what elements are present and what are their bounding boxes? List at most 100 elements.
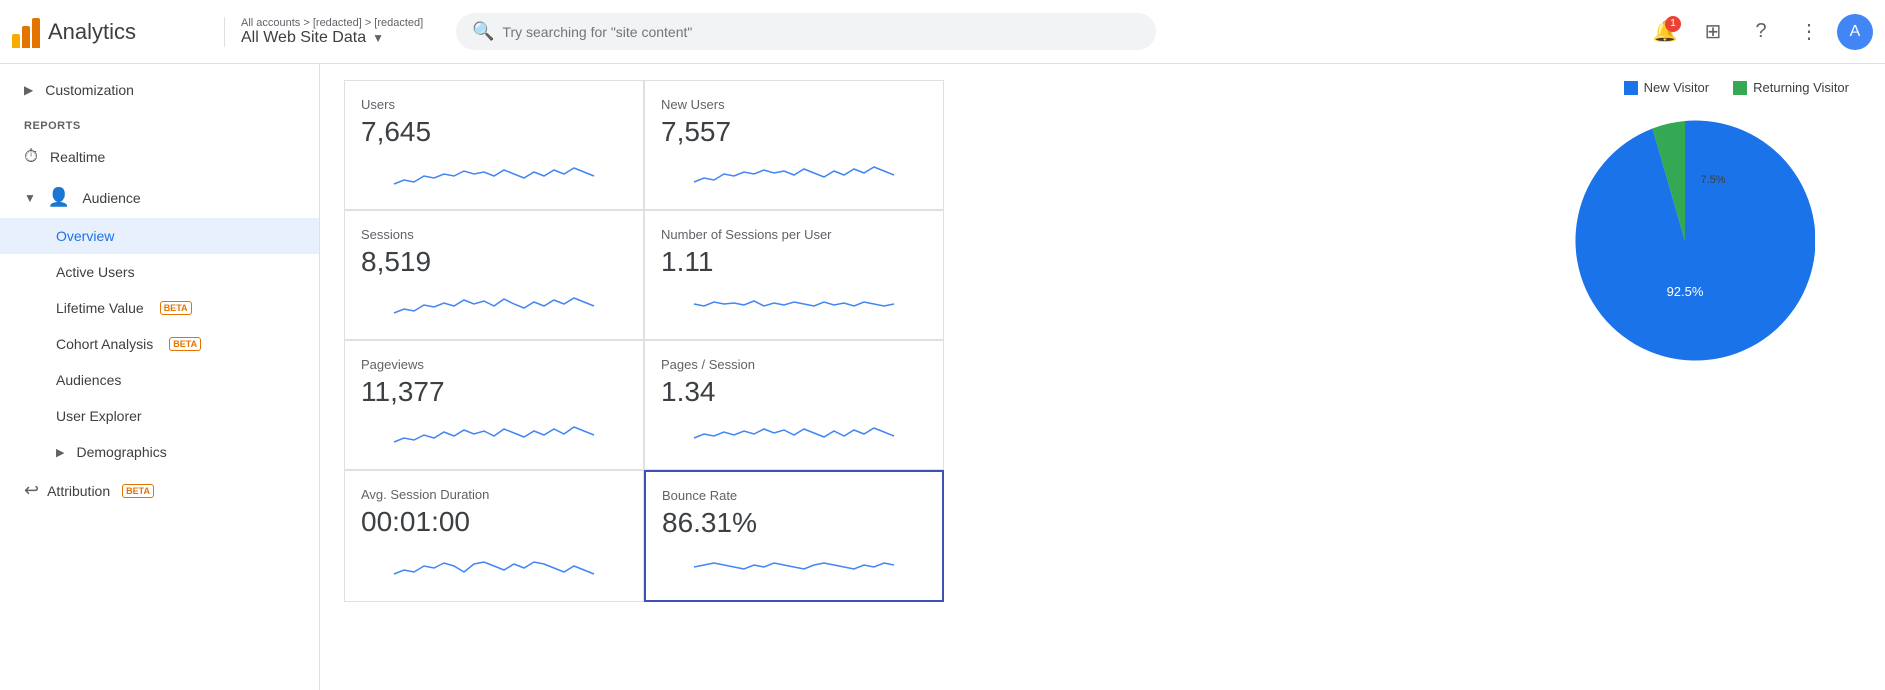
metric-label-users: Users bbox=[361, 97, 627, 112]
metric-label-sessions-per-user: Number of Sessions per User bbox=[661, 227, 927, 242]
search-input[interactable] bbox=[502, 24, 1140, 40]
sidebar-item-audiences[interactable]: Audiences bbox=[0, 362, 319, 398]
help-button[interactable]: ? bbox=[1741, 12, 1781, 52]
sparkline-pages-session bbox=[661, 416, 927, 448]
metric-label-pages-session: Pages / Session bbox=[661, 357, 927, 372]
metric-card-sessions[interactable]: Sessions 8,519 bbox=[344, 210, 644, 340]
metric-value-pages-session: 1.34 bbox=[661, 376, 927, 408]
pie-chart: 92.5% 7.5% bbox=[1555, 111, 1815, 371]
metrics-grid: Users 7,645 New Users 7,557 Sessions 8,5… bbox=[344, 80, 944, 602]
sparkline-new-users bbox=[661, 156, 927, 188]
metric-label-pageviews: Pageviews bbox=[361, 357, 627, 372]
logo-icon bbox=[12, 16, 40, 48]
logo-area: Analytics bbox=[12, 16, 212, 48]
chart-legend: New Visitor Returning Visitor bbox=[1624, 80, 1869, 95]
sidebar-item-audiences-label: Audiences bbox=[56, 372, 121, 388]
attribution-icon: ↩ bbox=[24, 480, 39, 501]
dropdown-arrow-icon: ▼ bbox=[372, 31, 384, 45]
cohort-analysis-beta-badge: BETA bbox=[169, 337, 201, 351]
collapse-icon: ▼ bbox=[24, 191, 36, 205]
reports-section-label: REPORTS bbox=[0, 108, 319, 136]
sidebar-item-lifetime-value-label: Lifetime Value bbox=[56, 300, 144, 316]
logo-bar-1 bbox=[12, 34, 20, 48]
sidebar-item-active-users[interactable]: Active Users bbox=[0, 254, 319, 290]
sidebar-item-cohort-analysis[interactable]: Cohort Analysis BETA bbox=[0, 326, 319, 362]
sidebar-item-demographics[interactable]: ▶ Demographics bbox=[0, 434, 319, 470]
metric-label-new-users: New Users bbox=[661, 97, 927, 112]
sidebar-item-customization-label: Customization bbox=[45, 82, 134, 98]
metric-card-pageviews[interactable]: Pageviews 11,377 bbox=[344, 340, 644, 470]
pie-slice-new-visitor bbox=[1575, 121, 1815, 361]
avatar[interactable]: A bbox=[1837, 14, 1873, 50]
audience-icon: 👤 bbox=[48, 187, 70, 208]
legend-new-visitor: New Visitor bbox=[1624, 80, 1710, 95]
legend-returning-visitor-label: Returning Visitor bbox=[1753, 80, 1849, 95]
sparkline-pageviews bbox=[361, 416, 627, 448]
sparkline-avg-session-duration bbox=[361, 546, 627, 578]
metric-card-new-users[interactable]: New Users 7,557 bbox=[644, 80, 944, 210]
header: Analytics All accounts > [redacted] > [r… bbox=[0, 0, 1885, 64]
logo-bar-2 bbox=[22, 26, 30, 48]
metric-card-bounce-rate[interactable]: Bounce Rate 86.31% bbox=[644, 470, 944, 602]
metric-value-bounce-rate: 86.31% bbox=[662, 507, 926, 539]
realtime-icon: ⏱ bbox=[24, 146, 38, 167]
sidebar-item-user-explorer-label: User Explorer bbox=[56, 408, 142, 424]
sidebar-item-overview[interactable]: Overview bbox=[0, 218, 319, 254]
pie-chart-container: 92.5% 7.5% bbox=[1555, 111, 1815, 371]
lifetime-value-beta-badge: BETA bbox=[160, 301, 192, 315]
sparkline-bounce-rate bbox=[662, 547, 926, 579]
metric-label-sessions: Sessions bbox=[361, 227, 627, 242]
metric-value-new-users: 7,557 bbox=[661, 116, 927, 148]
account-breadcrumb: All accounts > [redacted] > [redacted] bbox=[241, 17, 428, 29]
sparkline-sessions bbox=[361, 286, 627, 318]
legend-new-visitor-label: New Visitor bbox=[1644, 80, 1710, 95]
sidebar-item-attribution-label: Attribution bbox=[47, 483, 110, 499]
metric-value-pageviews: 11,377 bbox=[361, 376, 627, 408]
sidebar-item-lifetime-value[interactable]: Lifetime Value BETA bbox=[0, 290, 319, 326]
notification-badge: 1 bbox=[1665, 16, 1681, 32]
demographics-expand-icon: ▶ bbox=[56, 446, 64, 459]
pie-label-75: 7.5% bbox=[1700, 174, 1725, 186]
account-name[interactable]: All Web Site Data ▼ bbox=[241, 29, 428, 47]
metric-card-pages-session[interactable]: Pages / Session 1.34 bbox=[644, 340, 944, 470]
account-selector[interactable]: All accounts > [redacted] > [redacted] A… bbox=[224, 17, 444, 47]
sidebar-item-overview-label: Overview bbox=[56, 228, 114, 244]
metric-label-bounce-rate: Bounce Rate bbox=[662, 488, 926, 503]
sidebar-item-active-users-label: Active Users bbox=[56, 264, 135, 280]
main-layout: ▶ Customization REPORTS ⏱ Realtime ▼ 👤 A… bbox=[0, 64, 1885, 690]
content-area: Users 7,645 New Users 7,557 Sessions 8,5… bbox=[320, 64, 1485, 690]
sparkline-users bbox=[361, 156, 627, 188]
app-title: Analytics bbox=[48, 19, 136, 45]
new-visitor-color-icon bbox=[1624, 81, 1638, 95]
expand-icon: ▶ bbox=[24, 83, 33, 97]
search-icon: 🔍 bbox=[472, 21, 494, 42]
sidebar-item-customization[interactable]: ▶ Customization bbox=[0, 72, 319, 108]
sidebar-item-audience-label: Audience bbox=[82, 190, 140, 206]
legend-returning-visitor: Returning Visitor bbox=[1733, 80, 1849, 95]
sidebar-item-audience[interactable]: ▼ 👤 Audience bbox=[0, 177, 319, 218]
right-panel: New Visitor Returning Visitor bbox=[1485, 64, 1885, 690]
metric-value-sessions: 8,519 bbox=[361, 246, 627, 278]
metric-card-avg-session-duration[interactable]: Avg. Session Duration 00:01:00 bbox=[344, 470, 644, 602]
metric-label-avg-session-duration: Avg. Session Duration bbox=[361, 487, 627, 502]
sidebar-item-demographics-label: Demographics bbox=[76, 444, 166, 460]
notifications-button[interactable]: 🔔 1 bbox=[1645, 12, 1685, 52]
search-bar[interactable]: 🔍 bbox=[456, 13, 1156, 50]
metric-value-sessions-per-user: 1.11 bbox=[661, 246, 927, 278]
sidebar-item-user-explorer[interactable]: User Explorer bbox=[0, 398, 319, 434]
header-actions: 🔔 1 ⊞ ? ⋮ A bbox=[1645, 12, 1873, 52]
sidebar-item-cohort-analysis-label: Cohort Analysis bbox=[56, 336, 153, 352]
metric-value-users: 7,645 bbox=[361, 116, 627, 148]
sidebar-item-realtime[interactable]: ⏱ Realtime bbox=[0, 136, 319, 177]
more-options-button[interactable]: ⋮ bbox=[1789, 12, 1829, 52]
sidebar-item-attribution[interactable]: ↩ Attribution BETA bbox=[0, 470, 319, 511]
logo-bar-3 bbox=[32, 18, 40, 48]
returning-visitor-color-icon bbox=[1733, 81, 1747, 95]
apps-button[interactable]: ⊞ bbox=[1693, 12, 1733, 52]
pie-label-925: 92.5% bbox=[1667, 284, 1704, 299]
metric-card-sessions-per-user[interactable]: Number of Sessions per User 1.11 bbox=[644, 210, 944, 340]
sidebar: ▶ Customization REPORTS ⏱ Realtime ▼ 👤 A… bbox=[0, 64, 320, 690]
sidebar-item-realtime-label: Realtime bbox=[50, 149, 105, 165]
metric-value-avg-session-duration: 00:01:00 bbox=[361, 506, 627, 538]
metric-card-users[interactable]: Users 7,645 bbox=[344, 80, 644, 210]
